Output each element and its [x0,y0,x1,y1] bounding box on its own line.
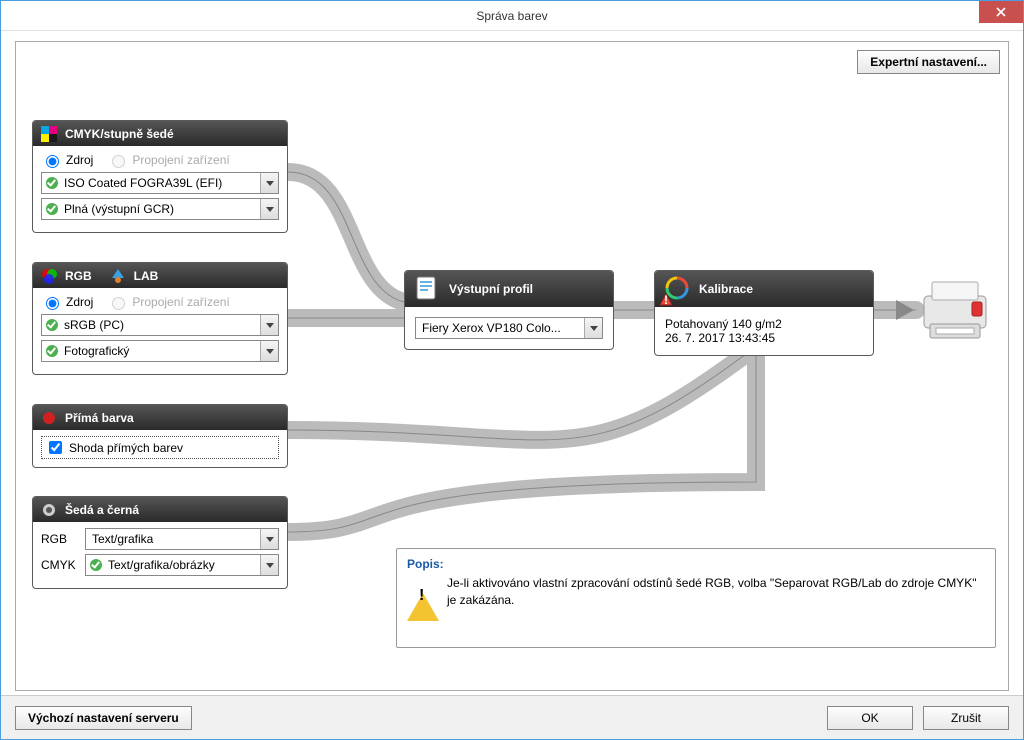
gray-icon [41,502,57,518]
close-button[interactable] [979,1,1023,23]
gray-panel-title: Šedá a černá [65,503,139,517]
gray-panel-header: Šedá a černá [33,497,287,522]
titlebar: Správa barev [1,1,1023,31]
rgb-panel-header: RGB LAB [33,263,287,288]
document-icon [413,274,441,305]
cmyk-panel-header: CMYK/stupně šedé [33,121,287,146]
close-icon [996,7,1006,17]
chevron-down-icon [260,529,278,549]
calib-timestamp: 26. 7. 2017 13:43:45 [665,331,863,345]
calib-panel-header: ! Kalibrace [655,271,873,307]
cmyk-intent-combo[interactable]: Plná (výstupní GCR) [41,198,279,220]
spot-match-checkbox[interactable]: Shoda přímých barev [41,436,279,459]
lab-label: LAB [134,269,159,283]
footer: Výchozí nastavení serveru OK Zrušit [1,695,1023,739]
gray-black-panel: Šedá a černá RGB Text/grafika CMYK Text/… [32,496,288,589]
calibration-panel: ! Kalibrace Potahovaný 140 g/m2 26. 7. 2… [654,270,874,356]
dialog-window: Správa barev Expertní nastavení... [0,0,1024,740]
ok-button[interactable]: OK [827,706,913,730]
rgb-label: RGB [65,269,92,283]
gray-cmyk-combo[interactable]: Text/grafika/obrázky [85,554,279,576]
check-icon [46,203,58,215]
chevron-down-icon [260,173,278,193]
chevron-down-icon [260,555,278,575]
lab-icon [110,268,126,284]
rgb-panel: RGB LAB Zdroj Propojení zařízení sRGB (P… [32,262,288,375]
output-profile-combo[interactable]: Fiery Xerox VP180 Colo... [415,317,603,339]
rgb-radio-source[interactable]: Zdroj [41,294,93,310]
check-icon [46,345,58,357]
output-panel-title: Výstupní profil [449,282,533,296]
description-text: Je-li aktivováno vlastní zpracování odst… [447,575,985,609]
spot-panel-title: Přímá barva [65,411,134,425]
printer-icon [916,274,994,347]
cmyk-icon [41,126,57,142]
check-icon [46,177,58,189]
spot-icon [41,410,57,426]
output-profile-panel: Výstupní profil Fiery Xerox VP180 Colo..… [404,270,614,350]
description-title: Popis: [407,557,985,571]
cmyk-radio-source[interactable]: Zdroj [41,152,93,168]
expert-settings-button[interactable]: Expertní nastavení... [857,50,1000,74]
description-box: Popis: Je-li aktivováno vlastní zpracová… [396,548,996,648]
gray-rgb-label: RGB [41,532,77,546]
chevron-down-icon [260,315,278,335]
rgb-profile-combo[interactable]: sRGB (PC) [41,314,279,336]
chevron-down-icon [260,341,278,361]
content-area: Expertní nastavení... CMYK/stupně šedé [15,41,1009,691]
cmyk-profile-combo[interactable]: ISO Coated FOGRA39L (EFI) [41,172,279,194]
cmyk-panel-title: CMYK/stupně šedé [65,127,174,141]
calib-panel-title: Kalibrace [699,282,753,296]
cmyk-panel: CMYK/stupně šedé Zdroj Propojení zařízen… [32,120,288,233]
calibration-icon: ! [663,274,691,305]
rgb-intent-combo[interactable]: Fotografický [41,340,279,362]
warning-icon [407,579,439,611]
cancel-button[interactable]: Zrušit [923,706,1009,730]
cmyk-radio-link[interactable]: Propojení zařízení [107,152,229,168]
chevron-down-icon [584,318,602,338]
gray-cmyk-label: CMYK [41,558,77,572]
server-defaults-button[interactable]: Výchozí nastavení serveru [15,706,192,730]
chevron-down-icon [260,199,278,219]
svg-text:!: ! [664,293,668,307]
calib-media: Potahovaný 140 g/m2 [665,317,863,331]
rgb-icon [41,268,57,284]
rgb-radio-link[interactable]: Propojení zařízení [107,294,229,310]
spot-panel-header: Přímá barva [33,405,287,430]
output-panel-header: Výstupní profil [405,271,613,307]
spot-color-panel: Přímá barva Shoda přímých barev [32,404,288,468]
gray-rgb-combo[interactable]: Text/grafika [85,528,279,550]
check-icon [46,319,58,331]
window-title: Správa barev [476,9,547,23]
check-icon [90,559,102,571]
